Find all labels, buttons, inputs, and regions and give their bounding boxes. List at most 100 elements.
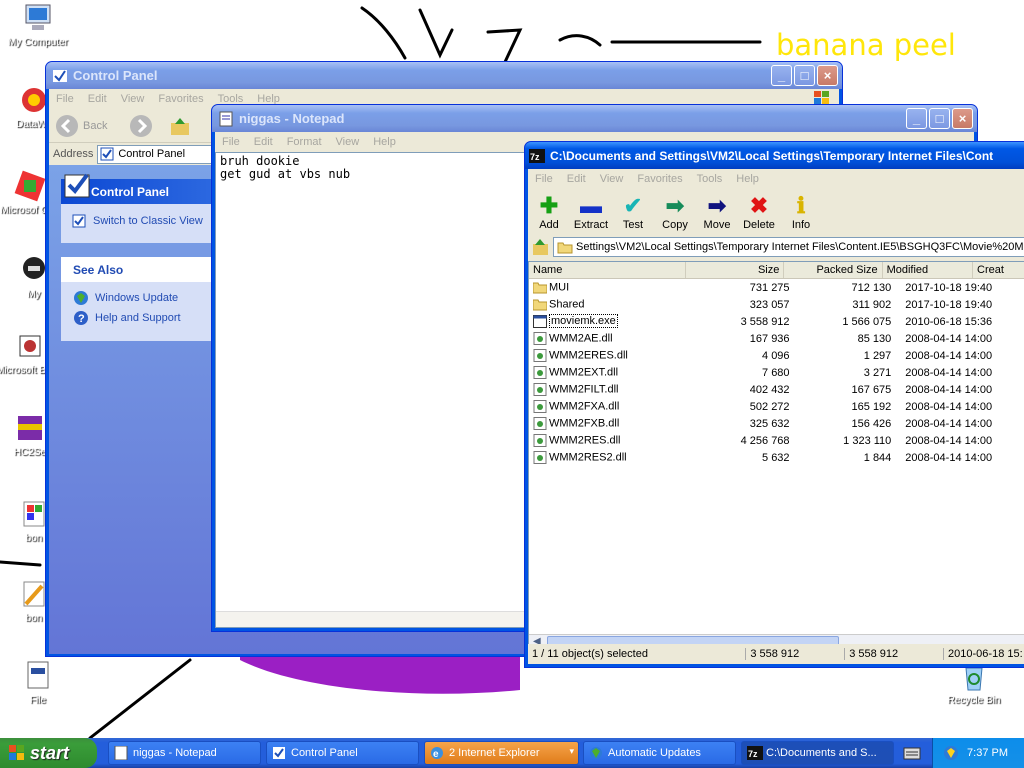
file-created (998, 330, 1024, 347)
file-packed-size: 85 130 (857, 332, 892, 345)
minimize-button[interactable]: _ (771, 65, 792, 86)
path-field[interactable]: Settings\VM2\Local Settings\Temporary In… (553, 237, 1024, 257)
file-created (998, 432, 1024, 449)
file-modified: 2008-04-14 14:00 (905, 349, 993, 362)
minimize-button[interactable]: _ (906, 108, 927, 129)
file-modified: 2008-04-14 14:00 (905, 451, 993, 464)
file-name: WMM2FILT.dll (549, 383, 619, 396)
column-packed-size[interactable]: Packed Size (784, 262, 883, 278)
info-button[interactable]: ℹ Info (780, 193, 822, 231)
file-row[interactable]: WMM2AE.dll 167 936 85 130 2008-04-14 14:00 (529, 330, 1024, 347)
dll-icon (533, 366, 547, 379)
close-button[interactable]: × (952, 108, 973, 129)
copy-button[interactable]: ➡ Copy (654, 193, 696, 231)
menu-help[interactable]: Help (366, 136, 403, 148)
notepad-titlebar[interactable]: niggas - Notepad (212, 105, 977, 132)
file-row[interactable]: WMM2RES.dll 4 256 768 1 323 110 2008-04-14 … (529, 432, 1024, 449)
menu-favorites[interactable]: Favorites (630, 173, 689, 185)
menu-view[interactable]: View (329, 136, 367, 148)
notepad-title: niggas - Notepad (239, 111, 345, 126)
file-row[interactable]: WMM2FXB.dll 325 632 156 426 2008-04-14 14:0… (529, 415, 1024, 432)
file-row[interactable]: WMM2EXT.dll 7 680 3 271 2008-04-14 14:00 (529, 364, 1024, 381)
extract-button[interactable]: ▬ Extract (570, 193, 612, 231)
add-button[interactable]: ✚ Add (528, 193, 570, 231)
address-label: Address (53, 148, 94, 160)
desktop-icon-label: Recycle Bin (947, 695, 1001, 706)
menu-file[interactable]: File (49, 93, 81, 105)
file-row[interactable]: Shared 323 057 311 902 2017-10-18 19:40 (529, 296, 1024, 313)
menu-file[interactable]: File (215, 136, 247, 148)
file-modified: 2008-04-14 14:00 (905, 383, 993, 396)
sevenzip-window[interactable]: 7z C:\Documents and Settings\VM2\Local S… (524, 141, 1024, 668)
menu-edit[interactable]: Edit (560, 173, 593, 185)
file-name: WMM2FXA.dll (549, 400, 620, 413)
file-name-cell: WMM2FXA.dll (529, 398, 692, 415)
menu-edit[interactable]: Edit (247, 136, 280, 148)
test-button[interactable]: ✔ Test (612, 193, 654, 231)
menu-tools[interactable]: Tools (690, 173, 730, 185)
file-row[interactable]: moviemk.exe 3 558 912 1 566 075 2010-06-18 … (529, 313, 1024, 330)
up-folder-icon[interactable] (169, 115, 191, 137)
maximize-button[interactable]: □ (794, 65, 815, 86)
control-panel-titlebar[interactable]: Control Panel (46, 62, 842, 89)
file-name-cell: MUI (529, 279, 692, 296)
file-modified: 2008-04-14 14:00 (905, 400, 993, 413)
taskbar-control-panel[interactable]: Control Panel (266, 741, 419, 765)
file-packed-size: 1 323 110 (843, 434, 892, 447)
taskbar-notepad[interactable]: niggas - Notepad (108, 741, 261, 765)
desktop-icon-my-computer[interactable]: My Computer (0, 2, 76, 48)
taskbar-task-label: Control Panel (291, 747, 358, 759)
column-name[interactable]: Name (529, 262, 687, 278)
clock[interactable]: 7:37 PM (967, 747, 1008, 759)
notepad-hscrollbar[interactable] (216, 611, 524, 627)
up-folder-icon[interactable] (531, 238, 551, 256)
dll-icon (533, 451, 547, 464)
notepad-icon (219, 111, 233, 126)
desktop-icon-file[interactable]: File (0, 660, 76, 706)
windows-update-tray-icon[interactable] (943, 745, 959, 761)
maximize-button[interactable]: □ (929, 108, 950, 129)
column-modified[interactable]: Modified (883, 262, 973, 278)
dll-icon (533, 400, 547, 413)
column-size[interactable]: Size (686, 262, 785, 278)
folder-icon (557, 242, 573, 254)
folder-icon (533, 299, 547, 311)
plus-icon: ✚ (539, 193, 559, 218)
file-row[interactable]: WMM2RES2.dll 5 632 1 844 2008-04-14 14:00 (529, 449, 1024, 466)
help-support-link[interactable]: ? Help and Support (61, 306, 213, 326)
menu-help[interactable]: Help (729, 173, 766, 185)
start-button[interactable]: start (0, 738, 97, 768)
taskbar-automatic-updates[interactable]: Automatic Updates (583, 741, 736, 765)
windows-update-icon (74, 291, 88, 305)
file-modified: 2008-04-14 14:00 (905, 332, 993, 345)
menu-edit[interactable]: Edit (81, 93, 114, 105)
delete-button[interactable]: ✖ Delete (738, 193, 780, 231)
file-list[interactable]: Name Size Packed Size Modified Creat MUI… (528, 261, 1024, 651)
windows-update-link[interactable]: Windows Update (61, 282, 213, 306)
internet-explorer-icon: e (431, 747, 443, 760)
file-row[interactable]: WMM2FXA.dll 502 272 165 192 2008-04-14 14:0… (529, 398, 1024, 415)
menu-favorites[interactable]: Favorites (151, 93, 210, 105)
menu-view[interactable]: View (593, 173, 631, 185)
move-button[interactable]: ➡ Move (696, 193, 738, 231)
file-row[interactable]: WMM2FILT.dll 402 432 167 675 2008-04-14 14:… (529, 381, 1024, 398)
file-row[interactable]: MUI 731 275 712 130 2017-10-18 19:40 (529, 279, 1024, 296)
taskbar-sevenzip[interactable]: 7z C:\Documents and S... (741, 741, 894, 765)
file-name-cell: WMM2RES.dll (529, 432, 692, 449)
switch-classic-view-link[interactable]: Switch to Classic View (61, 204, 213, 229)
start-label: start (30, 742, 70, 763)
taskbar-internet-explorer-group[interactable]: e 2 Internet Explorer ▾ (424, 741, 579, 765)
svg-text:7z: 7z (530, 152, 540, 162)
back-button[interactable]: Back (55, 114, 107, 138)
file-row[interactable]: WMM2ERES.dll 4 096 1 297 2008-04-14 14:00 (529, 347, 1024, 364)
column-created[interactable]: Creat (973, 262, 1024, 278)
file-size: 325 632 (749, 417, 790, 430)
file-name: WMM2AE.dll (549, 332, 613, 345)
sevenzip-titlebar[interactable]: 7z C:\Documents and Settings\VM2\Local S… (525, 142, 1024, 169)
menu-file[interactable]: File (528, 173, 560, 185)
keyboard-icon[interactable] (903, 745, 921, 761)
forward-arrow-icon[interactable] (129, 114, 153, 138)
close-button[interactable]: × (817, 65, 838, 86)
menu-view[interactable]: View (114, 93, 152, 105)
menu-format[interactable]: Format (280, 136, 329, 148)
